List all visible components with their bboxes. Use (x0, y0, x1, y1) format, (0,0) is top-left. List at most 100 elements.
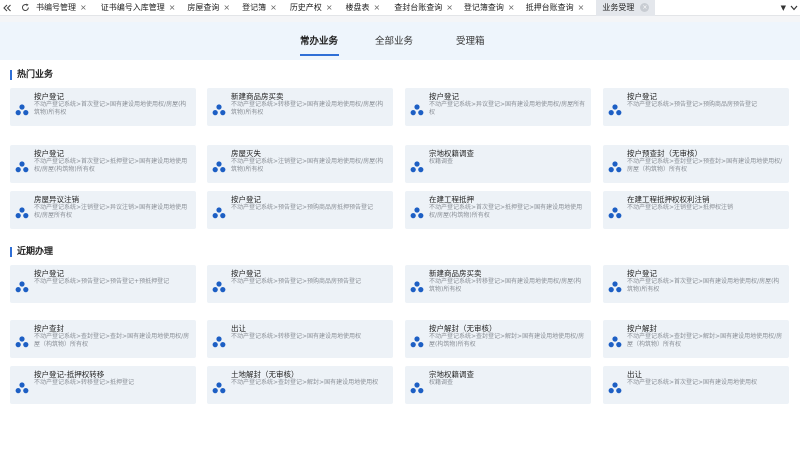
business-card-path: 权籍调查 (429, 158, 454, 165)
tab-5[interactable]: 楼盘表 × (346, 0, 381, 16)
cubes-icon (212, 278, 226, 293)
business-card-path: 不动产登记系统>首次登记>国有建设用地使用权 (627, 379, 758, 386)
business-card[interactable]: 新建商品房买卖 不动产登记系统>转移登记>国有建设用地使用权/房屋(构筑物)所有权 (405, 265, 591, 303)
business-card[interactable]: 按户登记 不动产登记系统>首次登记>国有建设用地使用权/房屋(构筑物)所有权 (10, 88, 196, 126)
business-card[interactable]: 在建工程抵押 不动产登记系统>首次登记>抵押登记>国有建设用地使用权/房屋(构筑物… (405, 191, 591, 229)
business-card-path: 不动产登记系统>首次登记>抵押登记>国有建设用地使用权/房屋(构筑物)所有权 (429, 204, 583, 219)
double-chevron-left-icon[interactable] (0, 0, 14, 16)
business-card[interactable]: 房屋灭失 不动产登记系统>注销登记>国有建设用地使用权/房屋(构筑物)所有权 (207, 145, 393, 183)
cubes-icon (15, 158, 29, 173)
business-card[interactable]: 按户登记 不动产登记系统>首次登记>国有建设用地使用权/房屋(构筑物)所有权 (603, 265, 789, 303)
cubes-icon (410, 101, 424, 116)
business-card-path: 不动产登记系统>转移登记>国有建设用地使用权/房屋(构筑物)所有权 (429, 278, 582, 293)
cubes-icon (212, 101, 226, 116)
active-subtab-indicator (300, 54, 339, 56)
business-card[interactable]: 新建商品房买卖 不动产登记系统>转移登记>国有建设用地使用权/房屋(构筑物)所有权 (207, 88, 393, 126)
close-icon[interactable]: × (508, 3, 515, 12)
business-card-path: 不动产登记系统>查封登记>解封>国有建设用地使用权/房屋(构筑物)所有权 (429, 333, 585, 348)
business-card[interactable]: 按户登记 不动产登记系统>预告登记>预购商品房预告登记 (207, 265, 393, 303)
tab-6[interactable]: 查封台账查询 × (394, 0, 453, 16)
business-card[interactable]: 按户解封 不动产登记系统>查封登记>解封>国有建设用地使用权/房屋（构筑物）所有权 (603, 320, 789, 358)
chevron-down-icon[interactable] (790, 0, 798, 16)
close-icon[interactable]: × (169, 3, 176, 12)
cubes-icon (212, 204, 226, 219)
tab-label: 抵押台账查询 (525, 3, 574, 12)
close-icon[interactable]: × (640, 3, 650, 12)
close-icon[interactable]: × (446, 3, 453, 12)
section-title-hot: 热门业务 (10, 70, 53, 80)
business-card-path: 不动产登记系统>注销登记>国有建设用地使用权/房屋(构筑物)所有权 (231, 158, 384, 173)
business-card[interactable]: 按户登记 不动产登记系统>异议登记>国有建设用地使用权/房屋所有权 (405, 88, 591, 126)
business-card-path: 不动产登记系统>查封登记>解封>国有建设用地使用权/房屋（构筑物）所有权 (627, 333, 783, 348)
tab-0[interactable]: 书编号管理 × (36, 0, 87, 16)
cubes-icon (410, 333, 424, 348)
section-title-recent: 近期办理 (10, 247, 53, 257)
business-card[interactable]: 出让 不动产登记系统>首次登记>国有建设用地使用权 (603, 366, 789, 404)
tab-label: 业务受理 (602, 3, 635, 12)
tab-3[interactable]: 登记簿 × (242, 0, 277, 16)
business-card[interactable]: 宗地权籍调查 权籍调查 (405, 145, 591, 183)
business-card-path: 不动产登记系统>异议登记>国有建设用地使用权/房屋所有权 (429, 101, 586, 116)
cubes-icon (212, 379, 226, 394)
business-card[interactable]: 按户登记 不动产登记系统>预告登记>预告登记+预抵押登记 (10, 265, 196, 303)
tab-8[interactable]: 抵押台账查询 × (526, 0, 585, 16)
tab-2[interactable]: 房屋查询 × (187, 0, 230, 16)
tab-label: 查封台账查询 (394, 3, 443, 12)
business-card[interactable]: 土地解封（无审核） 不动产登记系统>查封登记>解封>国有建设用地使用权 (207, 366, 393, 404)
business-card[interactable]: 宗地权籍调查 权籍调查 (405, 366, 591, 404)
refresh-icon[interactable] (18, 0, 32, 16)
cubes-icon (15, 204, 29, 219)
business-card[interactable]: 按户预查封（无审核） 不动产登记系统>查封登记>预查封>国有建设用地使用权/房屋（… (603, 145, 789, 183)
business-card-path: 不动产登记系统>转移登记>国有建设用地使用权/房屋(构筑物)所有权 (231, 101, 384, 116)
close-icon[interactable]: × (270, 3, 277, 12)
tab-label: 登记簿 (242, 3, 267, 12)
close-icon[interactable]: × (326, 3, 333, 12)
close-icon[interactable]: × (374, 3, 381, 12)
subtab-common[interactable]: 常办业务 (300, 33, 338, 47)
cubes-icon (15, 101, 29, 116)
tab-7[interactable]: 登记簿查询 × (464, 0, 515, 16)
tab-9[interactable]: 业务受理 × (596, 0, 656, 16)
close-icon[interactable]: × (223, 3, 230, 12)
cubes-icon (212, 158, 226, 173)
business-card-path: 不动产登记系统>查封登记>预查封>国有建设用地使用权/房屋（构筑物）所有权 (627, 158, 783, 173)
business-card[interactable]: 按户登记 不动产登记系统>预告登记>预购商品房预告登记 (603, 88, 789, 126)
cubes-icon (410, 204, 424, 219)
tab-1[interactable]: 证书编号入库管理 × (101, 0, 176, 16)
business-card-path: 不动产登记系统>查封登记>查封>国有建设用地使用权/房屋（构筑物）所有权 (34, 333, 190, 348)
cubes-icon (608, 204, 622, 219)
close-icon[interactable]: × (80, 3, 87, 12)
subtab-inbox[interactable]: 受理箱 (456, 33, 485, 47)
business-card[interactable]: 按户解封（无审核） 不动产登记系统>查封登记>解封>国有建设用地使用权/房屋(构筑… (405, 320, 591, 358)
tab-label: 登记簿查询 (463, 3, 504, 12)
tab-label: 房屋查询 (187, 3, 220, 12)
tab-list: 书编号管理 × 证书编号入库管理 × 房屋查询 × 登记簿 × 历史产权 × 楼盘表 × 查封台账查询 ×… (36, 0, 656, 16)
business-card[interactable]: 按户登记-抵押权转移 不动产登记系统>转移登记>抵押登记 (10, 366, 196, 404)
business-card[interactable]: 房屋异议注销 不动产登记系统>注销登记>异议注销>国有建设用地使用权/房屋所有权 (10, 191, 196, 229)
business-card-path: 权籍调查 (429, 379, 454, 386)
cubes-icon (608, 158, 622, 173)
cubes-icon (608, 379, 622, 394)
triangle-down-icon[interactable]: ▼ (781, 0, 786, 16)
business-card[interactable]: 出让 不动产登记系统>转移登记>国有建设用地使用权 (207, 320, 393, 358)
business-card[interactable]: 在建工程抵押权权利注销 不动产登记系统>注销登记>抵押权注销 (603, 191, 789, 229)
tab-label: 历史产权 (289, 3, 322, 12)
business-card-path: 不动产登记系统>首次登记>抵押登记>国有建设用地使用权/房屋(构筑物)所有权 (34, 158, 188, 173)
business-card-path: 不动产登记系统>首次登记>国有建设用地使用权/房屋(构筑物)所有权 (627, 278, 780, 293)
business-card-path: 不动产登记系统>预告登记>预告登记+预抵押登记 (34, 278, 170, 285)
cubes-icon (410, 379, 424, 394)
business-card[interactable]: 按户查封 不动产登记系统>查封登记>查封>国有建设用地使用权/房屋（构筑物）所有权 (10, 320, 196, 358)
business-card-path: 不动产登记系统>预告登记>预购商品房预告登记 (627, 101, 758, 108)
cubes-icon (15, 379, 29, 394)
business-card-path: 不动产登记系统>预告登记>预购商品房预告登记 (231, 278, 362, 285)
tab-4[interactable]: 历史产权 × (290, 0, 333, 16)
business-card[interactable]: 按户登记 不动产登记系统>首次登记>抵押登记>国有建设用地使用权/房屋(构筑物)所… (10, 145, 196, 183)
close-icon[interactable]: × (578, 3, 585, 12)
cubes-icon (608, 278, 622, 293)
cubes-icon (212, 333, 226, 348)
tab-label: 书编号管理 (36, 3, 76, 12)
subtab-all[interactable]: 全部业务 (375, 33, 413, 47)
business-card[interactable]: 按户登记 不动产登记系统>预告登记>预购商品房抵押预告登记 (207, 191, 393, 229)
main-content: 热门业务 按户登记 不动产登记系统>首次登记>国有建设用地使用权/房屋(构筑物)所… (0, 60, 800, 453)
business-card-path: 不动产登记系统>转移登记>国有建设用地使用权 (231, 333, 362, 340)
